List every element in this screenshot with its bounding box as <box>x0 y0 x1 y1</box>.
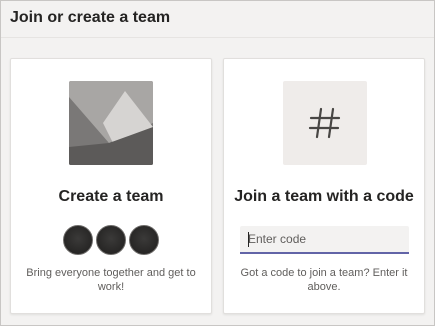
team-code-field[interactable] <box>240 226 409 254</box>
text-caret <box>248 232 249 247</box>
join-team-title: Join a team with a code <box>234 188 414 205</box>
landscape-image-icon <box>69 81 153 165</box>
create-team-description: Bring everyone together and get to work! <box>26 267 196 293</box>
join-team-card: Join a team with a code Got a code to jo… <box>223 58 425 314</box>
avatar <box>129 225 159 255</box>
page-title: Join or create a team <box>10 9 171 26</box>
create-team-title: Create a team <box>58 188 164 205</box>
join-team-description: Got a code to join a team? Enter it abov… <box>240 267 408 293</box>
create-team-card[interactable]: Create a team Bring everyone together an… <box>10 58 212 314</box>
team-code-input[interactable] <box>240 226 409 252</box>
avatar-group <box>11 225 211 257</box>
dialog-header: Join or create a team <box>0 0 435 38</box>
avatar <box>63 225 93 255</box>
avatar <box>96 225 126 255</box>
hash-icon <box>283 81 367 165</box>
